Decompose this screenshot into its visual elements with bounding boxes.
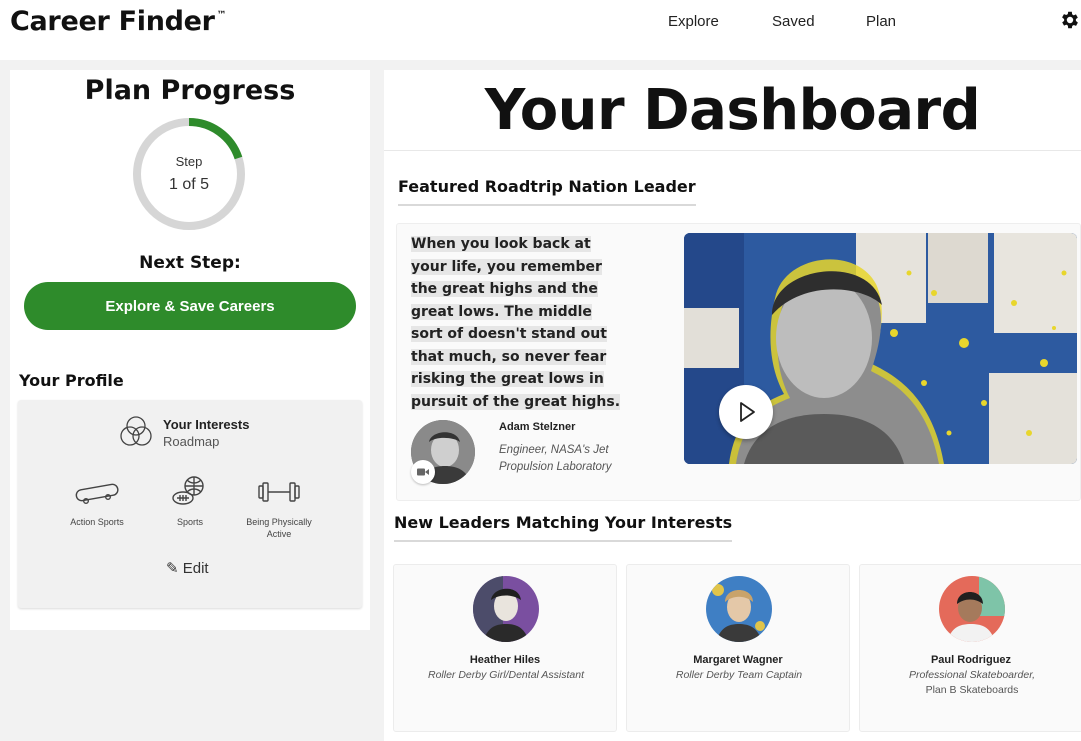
leader-card-paul-rodriguez[interactable]: Paul Rodriguez Professional Skateboarder… bbox=[859, 564, 1081, 732]
interest-label-sports: Sports bbox=[176, 517, 203, 527]
explore-save-careers-button[interactable]: Explore & Save Careers bbox=[24, 282, 356, 330]
leader-avatar bbox=[706, 576, 772, 642]
featured-leader-role: Engineer, NASA's Jet Propulsion Laborato… bbox=[499, 444, 612, 473]
dumbbell-icon bbox=[258, 482, 300, 502]
step-label: Step bbox=[175, 154, 203, 169]
dashboard-title: Your Dashboard bbox=[484, 78, 981, 143]
plan-progress-title: Plan Progress bbox=[84, 75, 296, 106]
interests-title: Your Interests bbox=[163, 417, 250, 432]
leader-organization: Plan B Skateboards bbox=[925, 684, 1019, 696]
nav-plan[interactable]: Plan bbox=[866, 13, 896, 30]
leader-card-margaret-wagner[interactable]: Margaret Wagner Roller Derby Team Captai… bbox=[626, 564, 850, 732]
sidebar-footer-space bbox=[10, 630, 370, 741]
leader-role-text: Roller Derby Team Captain bbox=[675, 669, 803, 681]
profile-title: Your Profile bbox=[19, 371, 124, 390]
skateboard-icon bbox=[75, 483, 119, 505]
nav-explore[interactable]: Explore bbox=[668, 13, 719, 30]
plan-sidebar: Plan Progress Step 1 of 5 Next Step: Exp… bbox=[10, 70, 370, 630]
interest-label-action-sports: Action Sports bbox=[70, 517, 124, 527]
dashboard-main: Your Dashboard Featured Roadtrip Nation … bbox=[384, 70, 1081, 741]
leader-card-heather-hiles[interactable]: Heather Hiles Roller Derby Girl/Dental A… bbox=[393, 564, 617, 732]
leader-avatar bbox=[939, 576, 1005, 642]
featured-leader-heading: Featured Roadtrip Nation Leader bbox=[398, 177, 696, 206]
interests-subtitle: Roadmap bbox=[163, 434, 220, 449]
play-button[interactable] bbox=[719, 385, 773, 439]
video-camera-icon bbox=[411, 460, 435, 484]
trademark-symbol: ™ bbox=[216, 10, 227, 21]
brand-name: Career Finder bbox=[10, 6, 215, 37]
venn-diagram-icon bbox=[120, 416, 152, 446]
leader-role: Roller Derby Team Captain bbox=[637, 668, 841, 683]
pencil-icon: ✎ bbox=[166, 560, 179, 577]
brand-logo[interactable]: Career Finder ™ bbox=[10, 6, 227, 37]
edit-label: Edit bbox=[182, 560, 209, 577]
featured-leader-name: Adam Stelzner bbox=[499, 421, 576, 433]
nav-saved[interactable]: Saved bbox=[772, 13, 815, 30]
matching-leaders-heading: New Leaders Matching Your Interests bbox=[394, 513, 733, 542]
leader-name: Heather Hiles bbox=[469, 654, 541, 666]
profile-card: Your Interests Roadmap Action Sports Spo… bbox=[18, 400, 362, 608]
leader-role: Roller Derby Girl/Dental Assistant bbox=[404, 668, 608, 683]
interest-label-being-physically-active: Being Physically Active bbox=[246, 517, 312, 539]
leader-name: Paul Rodriguez bbox=[930, 654, 1012, 666]
gear-icon[interactable] bbox=[1059, 9, 1081, 31]
featured-quote-text: When you look back at your life, you rem… bbox=[411, 236, 621, 410]
leader-role-text: Professional Skateboarder, bbox=[908, 669, 1036, 681]
top-bar: Career Finder ™ Explore Saved Plan bbox=[0, 0, 1081, 60]
leader-avatar bbox=[473, 576, 539, 642]
progress-ring bbox=[133, 118, 245, 230]
featured-quote: When you look back at your life, you rem… bbox=[411, 233, 623, 413]
leader-name: Margaret Wagner bbox=[693, 654, 783, 666]
title-divider bbox=[384, 150, 1081, 151]
leader-role-text: Roller Derby Girl/Dental Assistant bbox=[428, 669, 584, 681]
leader-role: Professional Skateboarder, Plan B Skateb… bbox=[870, 668, 1074, 698]
edit-interests-button[interactable]: ✎ Edit bbox=[166, 559, 209, 577]
next-step-label: Next Step: bbox=[139, 253, 241, 273]
play-icon bbox=[740, 402, 755, 422]
step-value: 1 of 5 bbox=[168, 176, 210, 193]
featured-leader-card: When you look back at your life, you rem… bbox=[396, 223, 1081, 501]
sports-balls-icon bbox=[172, 476, 204, 505]
